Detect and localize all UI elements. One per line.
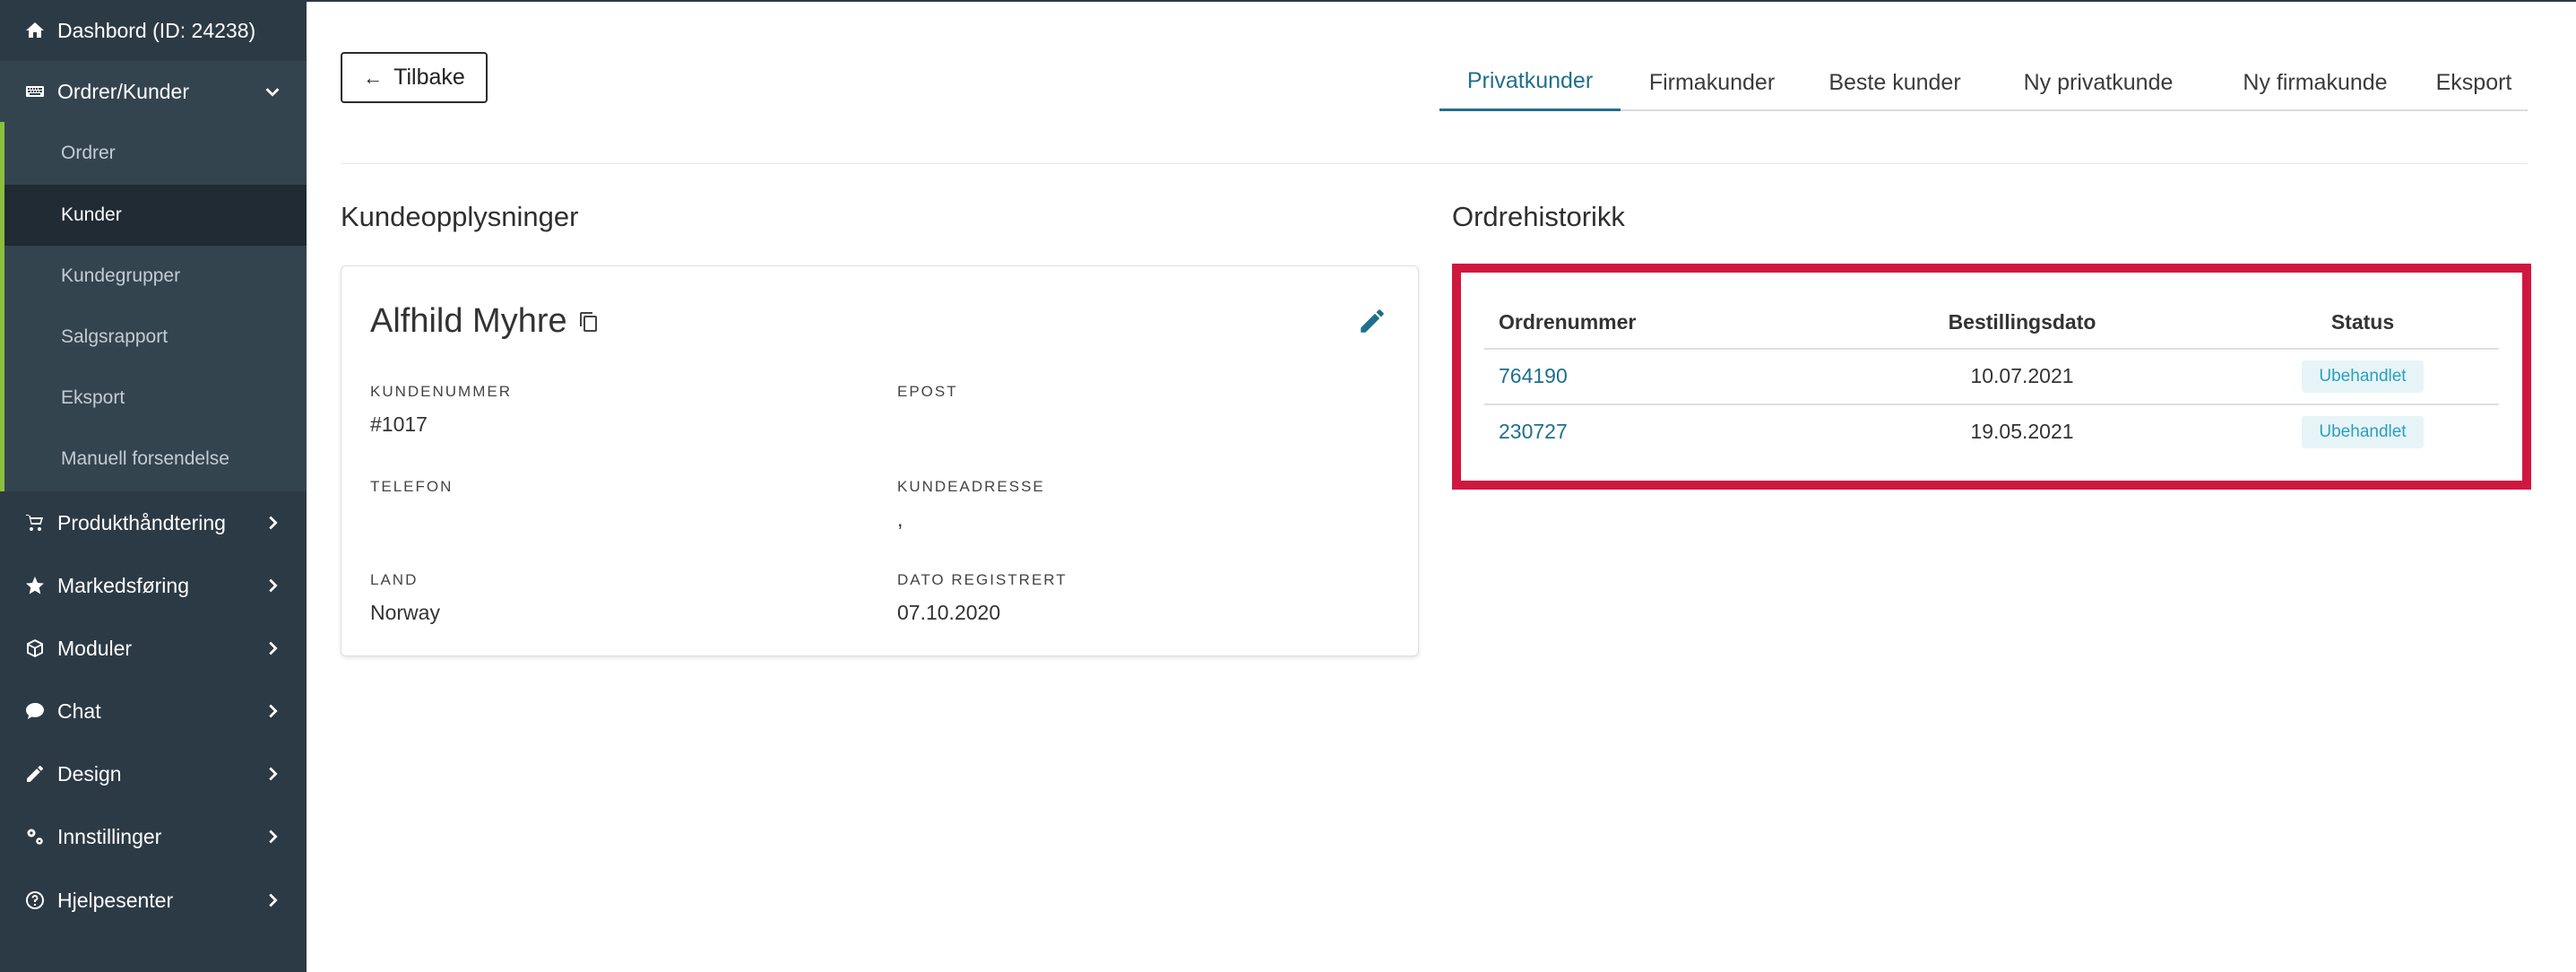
customer-info-title: Kundeopplysninger (341, 201, 579, 232)
chevron-down-icon (262, 81, 283, 102)
keyboard-icon (23, 80, 47, 103)
country-label: LAND (370, 571, 419, 588)
customer-name-row: Alfhild Myhre (370, 302, 600, 341)
sidebar-subitem-ordrer[interactable]: Ordrer (4, 123, 307, 184)
tab-beste-kunder[interactable]: Beste kunder (1803, 54, 1986, 111)
sidebar-item-label: Hjelpesenter (57, 888, 174, 912)
header-row-divider (1484, 348, 2499, 350)
sidebar-item-moduler[interactable]: Moduler (0, 617, 307, 680)
status-badge: Ubehandlet (2302, 360, 2424, 393)
tab-privatkunder[interactable]: Privatkunder (1439, 54, 1621, 111)
registered-date-value: 07.10.2020 (897, 601, 1001, 624)
order-number-link[interactable]: 764190 (1499, 364, 1568, 388)
sidebar-subitem-kunder[interactable]: Kunder (4, 185, 307, 246)
order-date: 10.07.2021 (1970, 364, 2074, 387)
copy-icon[interactable] (578, 311, 600, 333)
chevron-right-icon (262, 826, 283, 847)
order-history-title: Ordrehistorikk (1452, 201, 1625, 232)
pencil-icon (23, 762, 47, 785)
sidebar-submenu: Ordrer Kunder Kundegrupper Salgsrapport … (0, 122, 307, 491)
cube-icon (23, 637, 47, 660)
sidebar-item-label: Moduler (57, 636, 133, 660)
tab-ny-privatkunde[interactable]: Ny privatkunde (1986, 54, 2210, 111)
sidebar-subitem-kundegrupper[interactable]: Kundegrupper (4, 246, 307, 307)
top-border (307, 0, 2576, 2)
customer-card: Alfhild Myhre KUNDENUMMER #1017 EPOST TE… (341, 265, 1419, 656)
sidebar: Dashbord (ID: 24238) Ordrer/Kunder Ordre… (0, 0, 307, 972)
customer-number-label: KUNDENUMMER (370, 383, 512, 400)
sidebar-item-orders-customers[interactable]: Ordrer/Kunder (0, 61, 307, 122)
chevron-right-icon (262, 512, 283, 534)
arrow-left-icon: ← (363, 65, 384, 89)
order-history-highlight: Ordrenummer Bestillingsdato Status 76419… (1452, 264, 2531, 490)
sidebar-item-label: Ordrer/Kunder (57, 79, 190, 103)
sidebar-item-label: Chat (57, 699, 101, 723)
customer-number-value: #1017 (370, 412, 428, 436)
sidebar-item-innstillinger[interactable]: Innstillinger (0, 805, 307, 868)
address-value: , (897, 508, 903, 531)
edit-icon[interactable] (1357, 306, 1387, 336)
sidebar-subitem-salgsrapport[interactable]: Salgsrapport (4, 307, 307, 368)
header-divider (341, 163, 2528, 164)
tab-firmakunder[interactable]: Firmakunder (1621, 54, 1803, 111)
chevron-right-icon (262, 575, 283, 596)
tab-eksport[interactable]: Eksport (2420, 54, 2528, 111)
chevron-right-icon (262, 763, 283, 785)
registered-date-label: DATO REGISTRERT (897, 571, 1068, 588)
back-button-label: Tilbake (393, 65, 465, 90)
sidebar-item-hjelpesenter[interactable]: Hjelpesenter (0, 868, 307, 933)
sidebar-item-label: Innstillinger (57, 824, 162, 848)
star-icon (23, 574, 47, 597)
column-header-status: Status (2330, 310, 2395, 334)
country-value: Norway (370, 601, 440, 624)
status-badge: Ubehandlet (2302, 416, 2424, 448)
cart-icon (23, 511, 47, 534)
sidebar-item-dashboard[interactable]: Dashbord (ID: 24238) (0, 0, 307, 61)
sidebar-item-label: Markedsføring (57, 573, 189, 597)
sidebar-subitem-eksport[interactable]: Eksport (4, 368, 307, 429)
sidebar-item-design[interactable]: Design (0, 742, 307, 805)
sidebar-item-label: Dashbord (ID: 24238) (57, 18, 256, 42)
home-icon (23, 19, 47, 42)
chat-icon (23, 699, 47, 723)
column-header-order-number: Ordrenummer (1499, 310, 1637, 334)
gears-icon (23, 825, 47, 848)
chevron-right-icon (262, 890, 283, 911)
customer-name: Alfhild Myhre (370, 302, 567, 340)
sidebar-item-chat[interactable]: Chat (0, 680, 307, 742)
sidebar-item-produkthandtering[interactable]: Produkthåndtering (0, 491, 307, 554)
address-label: KUNDEADRESSE (897, 478, 1045, 495)
help-circle-icon (23, 889, 47, 912)
tab-ny-firmakunde[interactable]: Ny firmakunde (2210, 54, 2420, 111)
phone-label: TELEFON (370, 478, 454, 495)
column-header-order-date: Bestillingsdato (1948, 310, 2096, 334)
customer-tabs: Privatkunder Firmakunder Beste kunder Ny… (1439, 54, 2528, 111)
sidebar-item-label: Design (57, 761, 122, 785)
sidebar-item-label: Produkthåndtering (57, 510, 226, 534)
back-button[interactable]: ← Tilbake (341, 52, 488, 103)
order-date: 19.05.2021 (1970, 420, 2074, 443)
order-number-link[interactable]: 230727 (1499, 420, 1568, 444)
sidebar-subitem-manuell-forsendelse[interactable]: Manuell forsendelse (4, 429, 307, 490)
chevron-right-icon (262, 638, 283, 659)
email-label: EPOST (897, 383, 958, 400)
sidebar-item-markedsforing[interactable]: Markedsføring (0, 554, 307, 617)
row-divider (1484, 404, 2499, 405)
chevron-right-icon (262, 700, 283, 722)
